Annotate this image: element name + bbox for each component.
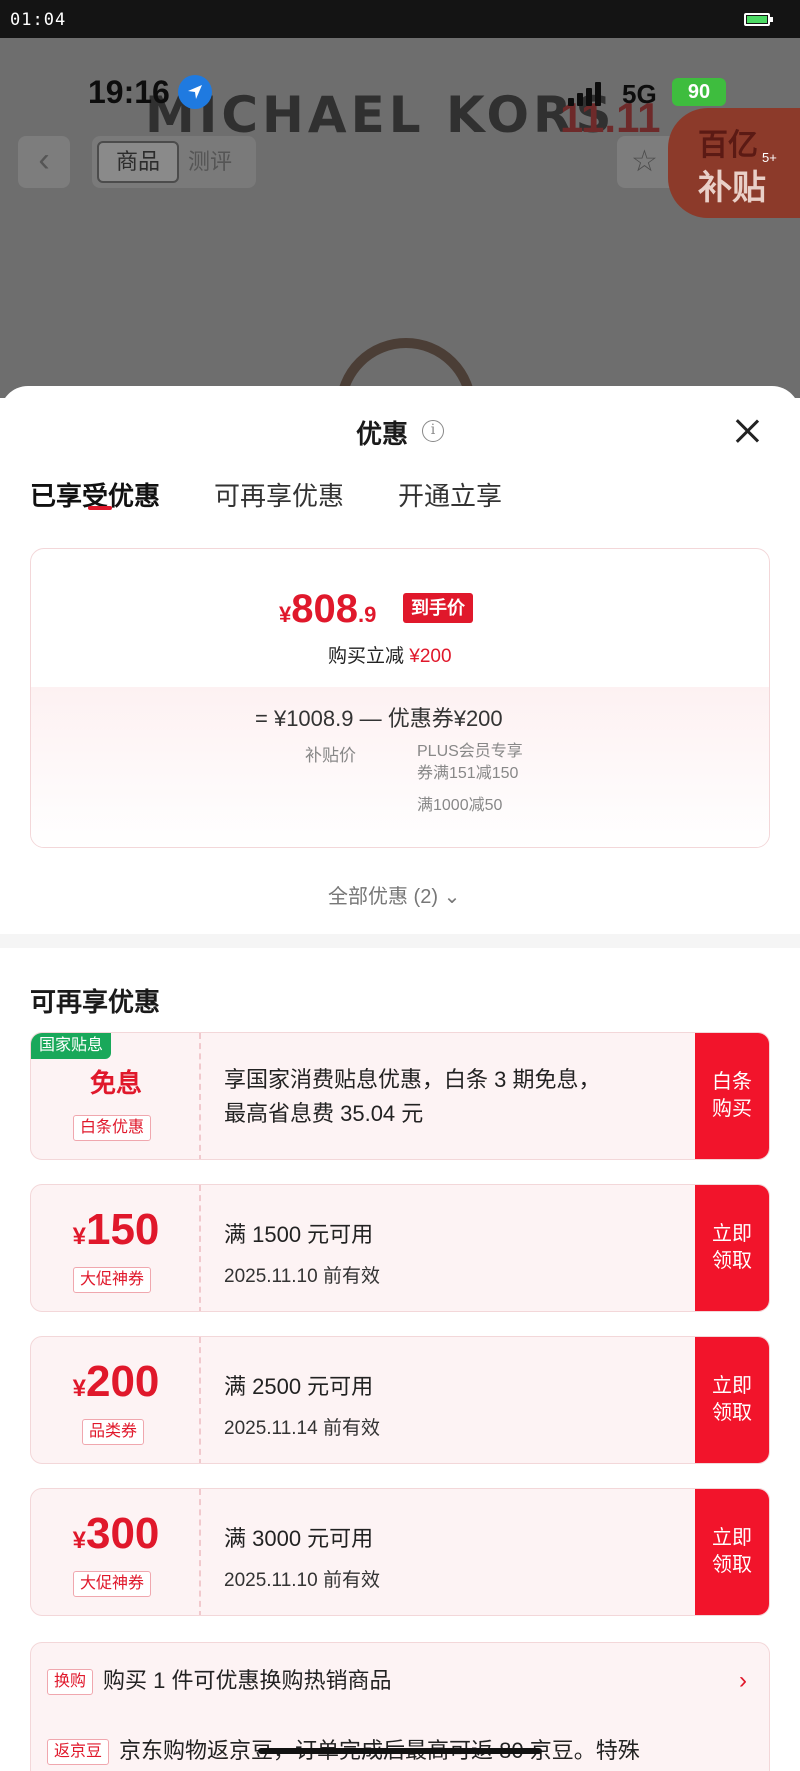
system-clock: 01:04: [10, 10, 67, 30]
tab-activate[interactable]: 开通立享: [398, 476, 502, 513]
section-divider: [0, 934, 800, 948]
coupon-card: ¥300 大促神券 满 3000 元可用 2025.11.10 前有效 立即 领…: [30, 1488, 770, 1616]
interest-free-description: 享国家消费贴息优惠，白条 3 期免息， 最高省息费 35.04 元: [224, 1067, 601, 1126]
baitiao-buy-button[interactable]: 白条 购买: [695, 1033, 769, 1159]
subsidy-price-label: 补贴价: [305, 746, 356, 765]
coupon-tag: 大促神券: [73, 1267, 152, 1293]
coupon-tag: 大促神券: [73, 1571, 152, 1597]
trade-in-tag: 换购: [47, 1669, 94, 1695]
signal-bars-icon: [568, 82, 604, 106]
network-type: 5G: [622, 79, 657, 109]
screenshot-clock: 19:16: [88, 74, 170, 110]
coupon-tag: 品类券: [82, 1419, 145, 1445]
chevron-down-icon: ⌄: [443, 886, 461, 908]
home-indicator[interactable]: [258, 1748, 542, 1754]
claim-coupon-button[interactable]: 立即 领取: [695, 1337, 769, 1463]
promo-badge-top: 百亿: [698, 129, 758, 162]
coupon-card: ¥200 品类券 满 2500 元可用 2025.11.14 前有效 立即 领取: [30, 1336, 770, 1464]
product-page-backdrop[interactable]: MICHAEL KORS 11.11 19:16 5G 90 ‹ 商品 测评 ☆…: [0, 38, 800, 398]
final-price-badge: 到手价: [403, 593, 473, 623]
coupon-condition: 满 1500 元可用: [224, 1222, 374, 1247]
coupon-description: PLUS会员专享 券满151减150: [417, 743, 523, 782]
system-status-bar: 01:04: [0, 0, 800, 38]
subsidy-label: 国家贴息: [31, 1033, 112, 1059]
tab-more-offers[interactable]: 可再享优惠: [214, 476, 344, 513]
product-review-segment[interactable]: 商品 测评: [92, 136, 256, 188]
coupon-amount: ¥200: [72, 1357, 160, 1406]
offers-sheet: 优惠 i 已享受优惠 可再享优惠 开通立享 ¥808.9 到手价 购买立减 ¥2…: [0, 386, 800, 1771]
close-button[interactable]: [730, 414, 764, 448]
coupon-card: ¥150 大促神券 满 1500 元可用 2025.11.10 前有效 立即 领…: [30, 1184, 770, 1312]
all-offers-toggle[interactable]: 全部优惠 (2) ⌄: [328, 880, 460, 909]
active-tab-indicator: [88, 506, 112, 510]
promo-badge-count: 5+: [762, 150, 777, 165]
sheet-header: 优惠 i: [0, 386, 800, 466]
star-icon: ☆: [631, 145, 658, 178]
interest-free-title: 免息: [89, 1068, 142, 1098]
claim-coupon-button[interactable]: 立即 领取: [695, 1185, 769, 1311]
coupon-condition: 满 3000 元可用: [224, 1526, 374, 1551]
price-formula: = ¥1008.9 — 优惠券¥200: [255, 706, 503, 731]
final-price-card: ¥808.9 到手价 购买立减 ¥200 = ¥1008.9 — 优惠券¥200…: [30, 548, 770, 848]
location-arrow-icon: [178, 75, 212, 109]
subsidy-promo-badge[interactable]: 百亿 补贴 5+: [668, 108, 800, 218]
chevron-right-icon[interactable]: ›: [739, 1667, 747, 1695]
coupon-condition: 满 2500 元可用: [224, 1374, 374, 1399]
info-icon[interactable]: i: [422, 420, 444, 442]
coupon-validity: 2025.11.10 前有效: [224, 1266, 380, 1287]
back-button[interactable]: ‹: [18, 136, 70, 188]
offer-tag: 白条优惠: [73, 1115, 152, 1141]
sheet-title: 优惠: [356, 419, 409, 449]
claim-coupon-button[interactable]: 立即 领取: [695, 1489, 769, 1615]
promo-badge-bottom: 补贴: [698, 169, 766, 207]
trade-in-row[interactable]: 换购 购买 1 件可优惠换购热销商品: [47, 1663, 391, 1695]
final-price: ¥808.9: [279, 587, 377, 631]
coupon-amount: ¥300: [72, 1509, 160, 1558]
coupon-validity: 2025.11.14 前有效: [224, 1418, 380, 1439]
more-offers-title: 可再享优惠: [30, 987, 161, 1017]
coupon-description-extra: 满1000减50: [417, 797, 503, 814]
instant-discount: 购买立减 ¥200: [328, 646, 452, 667]
interest-free-offer: 国家贴息 免息 白条优惠 享国家消费贴息优惠，白条 3 期免息， 最高省息费 3…: [30, 1032, 770, 1160]
battery-icon: [744, 13, 773, 26]
coupon-amount: ¥150: [72, 1205, 160, 1254]
screenshot-battery: 90: [672, 78, 726, 106]
segment-product[interactable]: 商品: [97, 141, 179, 183]
offer-tabs: 已享受优惠 可再享优惠 开通立享: [0, 476, 800, 526]
coupon-validity: 2025.11.10 前有效: [224, 1570, 380, 1591]
segment-review[interactable]: 测评: [188, 141, 252, 183]
jd-bean-tag: 返京豆: [47, 1739, 110, 1765]
